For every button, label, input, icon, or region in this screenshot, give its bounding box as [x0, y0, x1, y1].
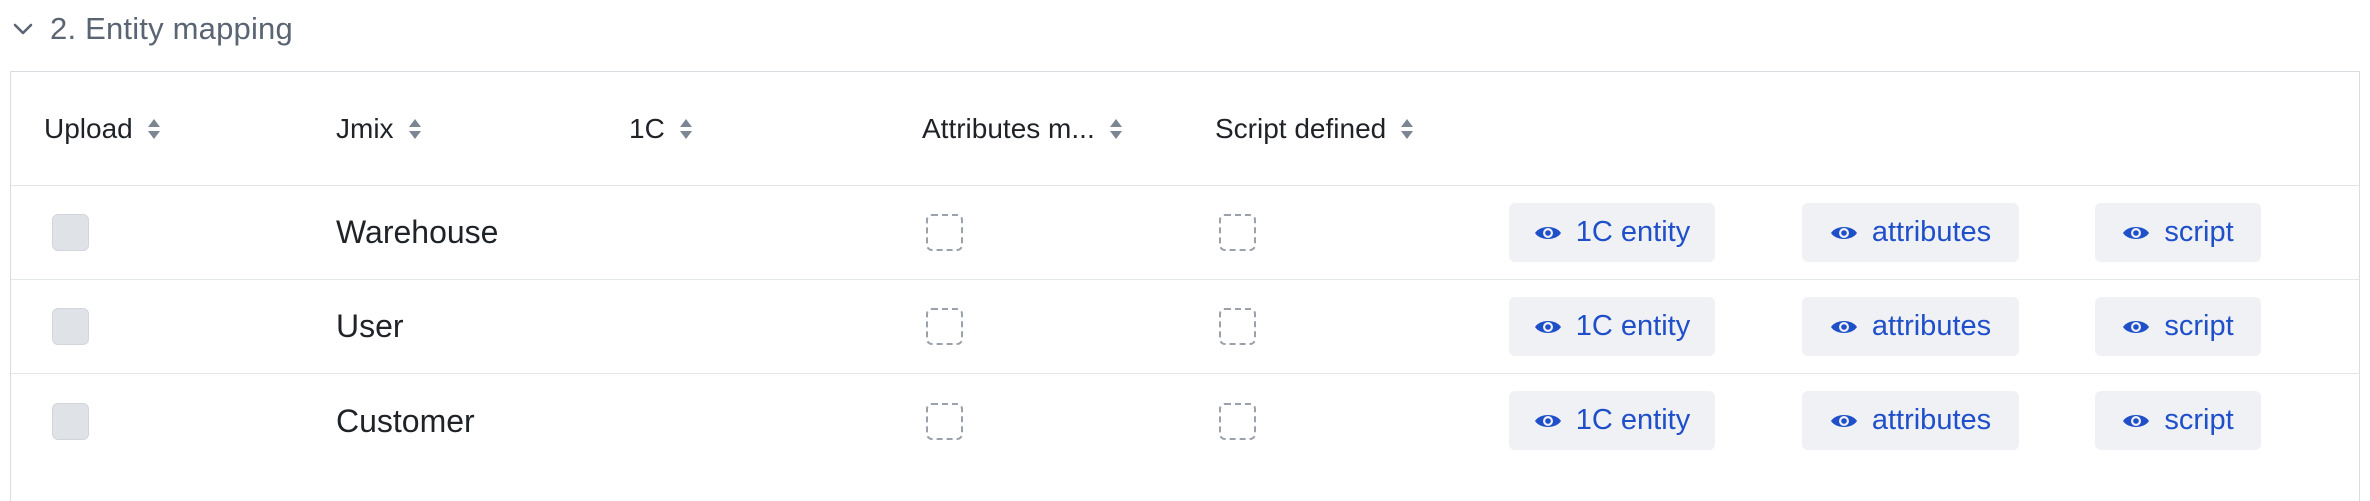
button-label: attributes: [1871, 216, 1992, 248]
column-header-upload[interactable]: Upload: [44, 72, 161, 185]
button-label: script: [2164, 404, 2234, 436]
section-title: 2. Entity mapping: [50, 11, 293, 46]
script-defined-checkbox: [1219, 214, 1256, 251]
view-script-button[interactable]: script: [2095, 391, 2261, 450]
script-defined-cell: [1219, 374, 1256, 468]
column-header-script-defined[interactable]: Script defined: [1215, 72, 1414, 185]
eye-icon: [2122, 317, 2150, 337]
column-header-attributes-mapped[interactable]: Attributes m...: [922, 72, 1182, 185]
column-header-label: 1C: [629, 112, 665, 144]
sort-icon[interactable]: [1400, 117, 1414, 141]
attributes-mapped-checkbox: [926, 402, 963, 440]
button-label: 1C entity: [1575, 404, 1691, 436]
attributes-mapped-checkbox: [926, 214, 963, 251]
sort-icon[interactable]: [408, 117, 422, 141]
jmix-entity-name: User: [336, 308, 404, 344]
button-label: script: [2164, 216, 2234, 248]
chevron-down-icon[interactable]: [10, 16, 36, 42]
eye-icon: [2122, 223, 2150, 243]
upload-cell: [52, 374, 89, 468]
script-defined-cell: [1219, 280, 1256, 373]
table-row[interactable]: Warehouse 1C entity attributes script: [11, 186, 2359, 280]
view-script-button[interactable]: script: [2095, 297, 2261, 356]
jmix-entity-name: Customer: [336, 402, 475, 439]
attributes-mapped-cell: [926, 374, 963, 468]
button-label: 1C entity: [1575, 216, 1691, 248]
view-attributes-button[interactable]: attributes: [1802, 297, 2019, 356]
table-row[interactable]: User 1C entity attributes script: [11, 280, 2359, 374]
upload-checkbox[interactable]: [52, 402, 89, 440]
eye-icon: [1534, 317, 1562, 337]
view-attributes-button[interactable]: attributes: [1802, 391, 2019, 450]
button-label: script: [2164, 310, 2234, 342]
script-defined-checkbox: [1219, 402, 1256, 440]
eye-icon: [2122, 411, 2150, 431]
button-label: 1C entity: [1575, 310, 1691, 342]
table-row[interactable]: Customer 1C entity attributes script: [11, 374, 2359, 468]
eye-icon: [1534, 223, 1562, 243]
grid-header-row: Upload Jmix 1C Attributes m... Script de…: [11, 72, 2359, 186]
script-defined-checkbox: [1219, 308, 1256, 345]
view-script-button[interactable]: script: [2095, 203, 2261, 262]
entity-mapping-grid: Upload Jmix 1C Attributes m... Script de…: [10, 71, 2360, 501]
eye-icon: [1534, 411, 1562, 431]
upload-cell: [52, 186, 89, 279]
section-header-entity-mapping[interactable]: 2. Entity mapping: [0, 0, 293, 58]
eye-icon: [1830, 317, 1858, 337]
upload-cell: [52, 280, 89, 373]
column-header-jmix[interactable]: Jmix: [336, 72, 422, 185]
sort-icon[interactable]: [1109, 117, 1123, 141]
jmix-entity-name: Warehouse: [336, 214, 499, 250]
sort-icon[interactable]: [147, 117, 161, 141]
eye-icon: [1830, 223, 1858, 243]
column-header-label: Jmix: [336, 112, 394, 144]
button-label: attributes: [1871, 404, 1992, 436]
script-defined-cell: [1219, 186, 1256, 279]
column-header-label: Attributes m...: [922, 112, 1095, 144]
eye-icon: [1830, 411, 1858, 431]
view-attributes-button[interactable]: attributes: [1802, 203, 2019, 262]
view-1c-entity-button[interactable]: 1C entity: [1509, 203, 1715, 262]
attributes-mapped-checkbox: [926, 308, 963, 345]
column-header-label: Upload: [44, 112, 133, 144]
column-header-label: Script defined: [1215, 112, 1387, 144]
upload-checkbox[interactable]: [52, 308, 89, 345]
view-1c-entity-button[interactable]: 1C entity: [1509, 297, 1715, 356]
attributes-mapped-cell: [926, 280, 963, 373]
view-1c-entity-button[interactable]: 1C entity: [1509, 391, 1715, 450]
column-header-1c[interactable]: 1C: [629, 72, 693, 185]
attributes-mapped-cell: [926, 186, 963, 279]
sort-icon[interactable]: [679, 117, 693, 141]
upload-checkbox[interactable]: [52, 214, 89, 251]
button-label: attributes: [1871, 310, 1992, 342]
